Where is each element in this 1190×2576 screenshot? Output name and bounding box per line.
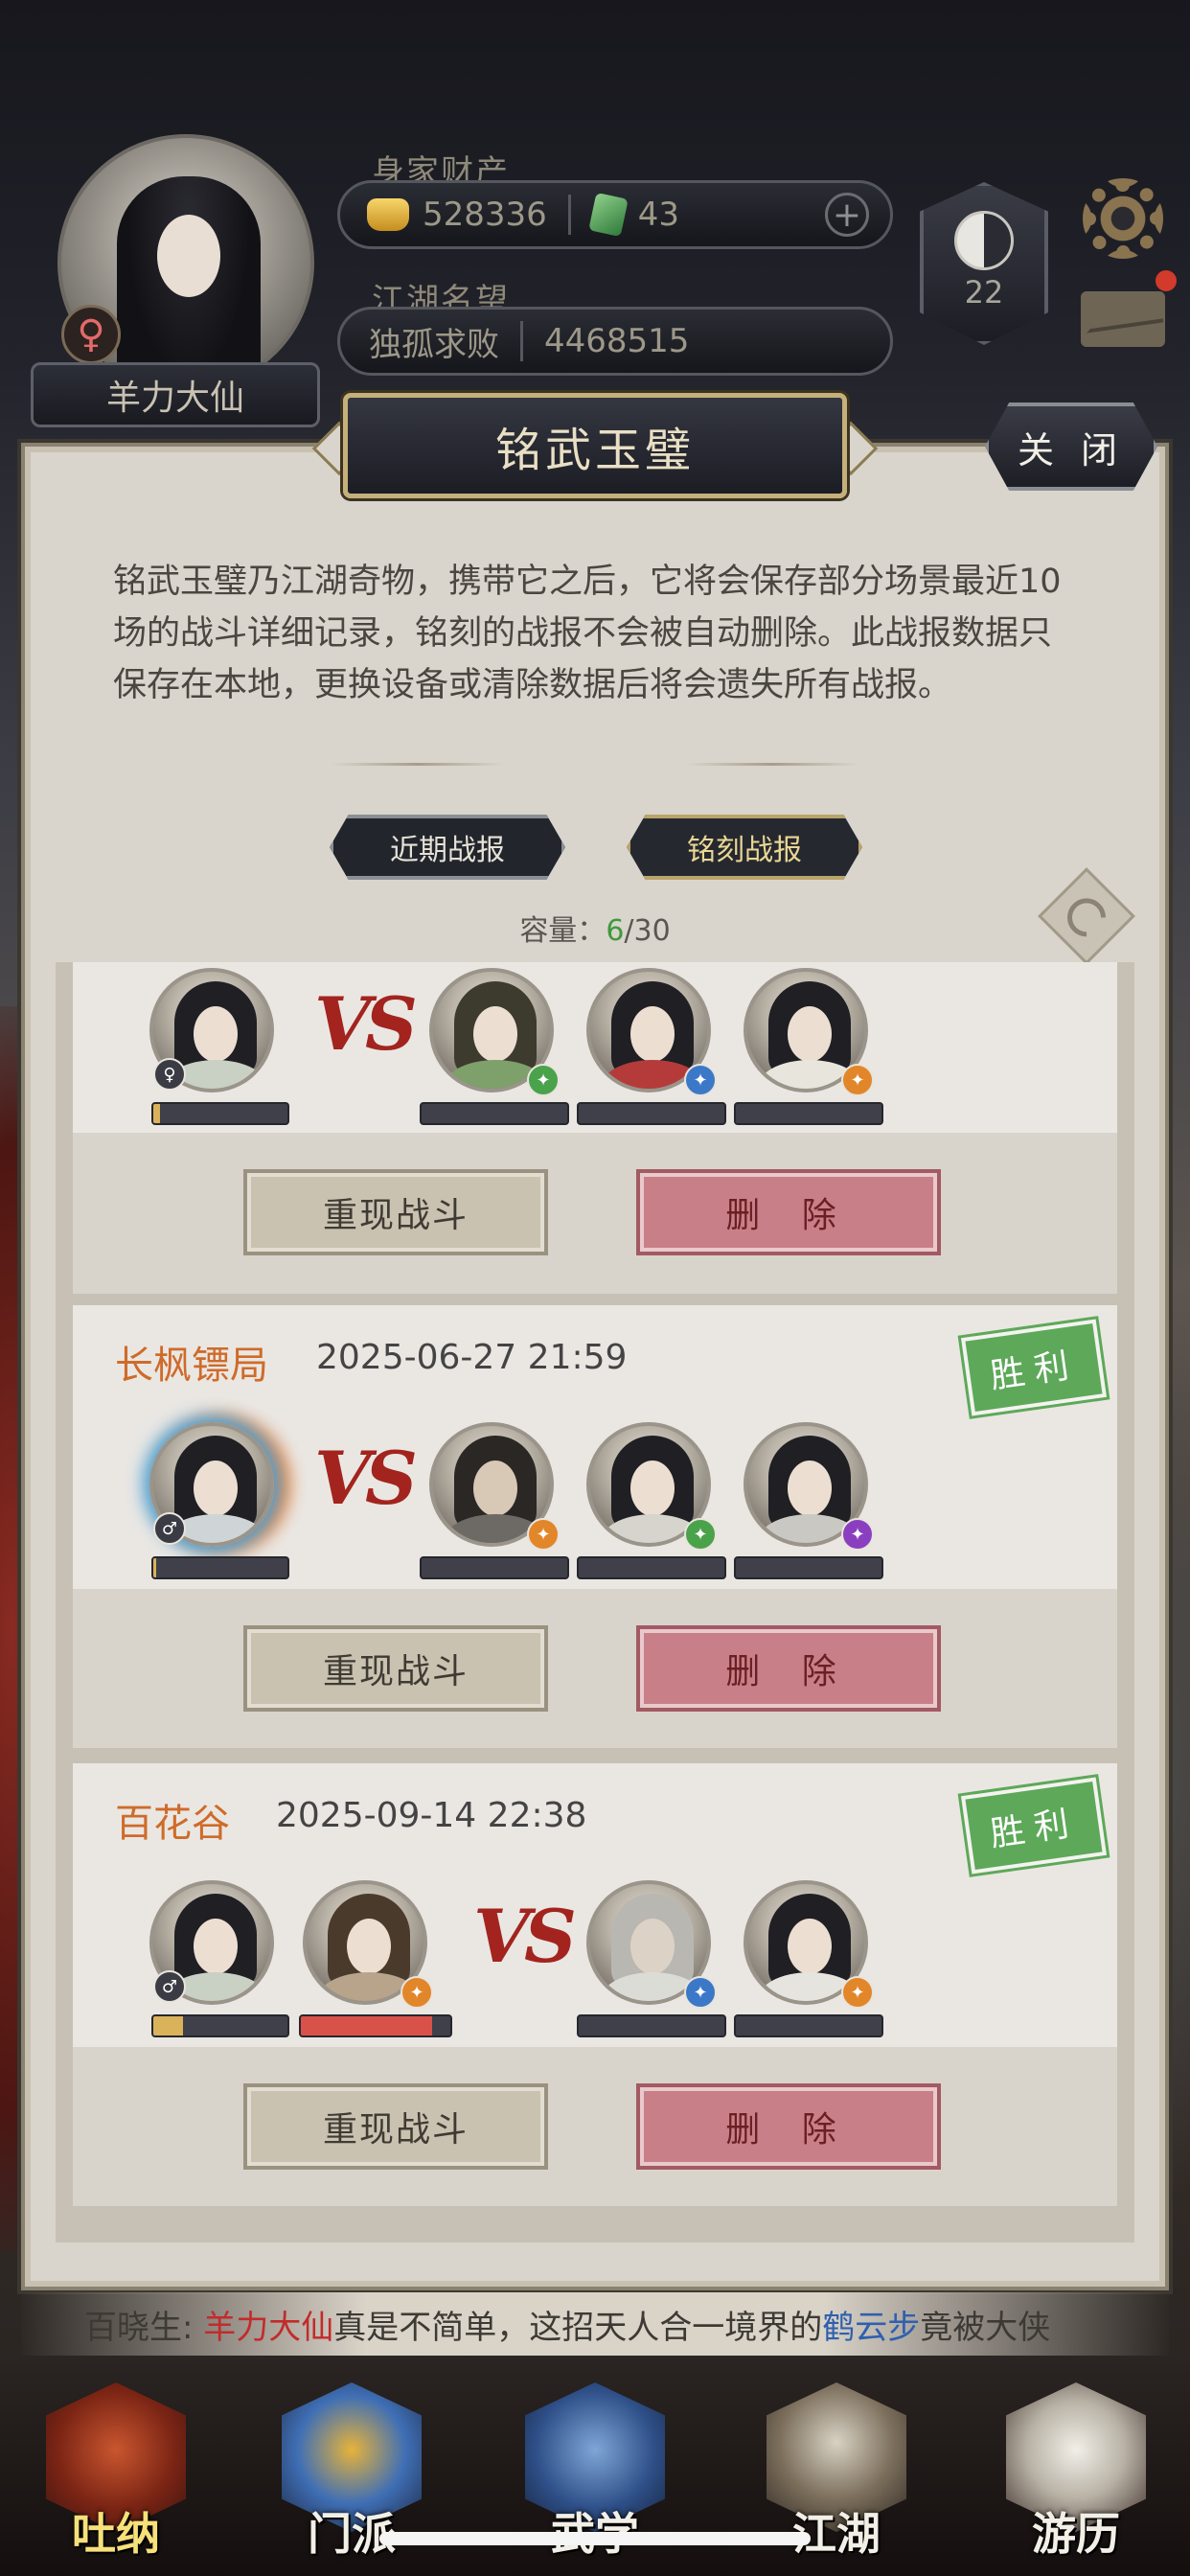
ally-hp-bar	[151, 1102, 289, 1125]
capacity-label: 容量：	[519, 914, 606, 948]
fame-divider	[520, 321, 523, 361]
divider-ornament-right	[686, 763, 858, 766]
enemy-hp-bar	[420, 1102, 569, 1125]
capacity-readout: 容量：6/30	[422, 907, 768, 949]
enemy-hp-bar	[734, 2014, 883, 2037]
panel-description: 铭武玉璧乃江湖奇物，携带它之后，它将会保存部分场景最近10场的战斗详细记录，铭刻…	[113, 563, 1062, 704]
nav-meditation[interactable]: 吐纳	[34, 2377, 197, 2568]
ticker-speaker: 百晓生:	[84, 2308, 194, 2347]
nav-label: 武学	[514, 2499, 676, 2563]
home-indicator[interactable]	[379, 2532, 811, 2545]
ticker-skill: 鹤云步	[822, 2308, 921, 2347]
taiji-icon	[954, 211, 1014, 270]
gold-amount: 528336	[423, 196, 547, 234]
enemy-hp-bar	[577, 1556, 726, 1579]
nav-label: 门派	[308, 2508, 396, 2560]
battle-record-list[interactable]: ♀ VS ✦ ✦ ✦ 重现战斗 删 除 长枫镖局 2025-06-27 21:5…	[56, 962, 1134, 2242]
fire-element-icon: ✦	[841, 1976, 874, 2009]
delete-record-button[interactable]: 删 除	[636, 1169, 941, 1255]
enemy-hp-bar	[577, 2014, 726, 2037]
mail-icon[interactable]	[1081, 291, 1165, 347]
divider-ornament-left	[332, 763, 504, 766]
nav-label: 吐纳	[72, 2508, 160, 2560]
fire-element-icon: ✦	[400, 1976, 433, 2009]
battle-record-card: ♀ VS ✦ ✦ ✦ 重现战斗 删 除	[73, 962, 1117, 1294]
battle-record-card: 百花谷 2025-09-14 22:38 胜利 ♂ ✦ VS ✦ ✦ 重现战斗 …	[73, 1763, 1117, 2206]
add-currency-button[interactable]: +	[825, 193, 869, 237]
gear-icon[interactable]	[1083, 178, 1163, 259]
replay-battle-button[interactable]: 重现战斗	[243, 2083, 548, 2170]
nav-label: 江湖	[792, 2508, 881, 2560]
capacity-used: 6	[606, 914, 625, 948]
ally-hp-bar	[151, 1556, 289, 1579]
close-button[interactable]: 关 闭	[985, 402, 1157, 491]
vs-icon: VS	[314, 981, 418, 1067]
delete-record-button[interactable]: 删 除	[636, 1625, 941, 1712]
ally-hp-bar	[299, 2014, 452, 2037]
water-element-icon: ✦	[684, 1064, 717, 1096]
water-element-icon: ✦	[684, 1976, 717, 2009]
fire-element-icon: ✦	[527, 1518, 560, 1551]
panel-title: 铭武玉璧	[343, 393, 847, 498]
enemy-hp-bar	[420, 1556, 569, 1579]
record-time: 2025-06-27 21:59	[316, 1338, 628, 1377]
female-gender-icon: ♀	[61, 305, 121, 364]
jade-amount: 43	[637, 196, 680, 234]
replay-battle-button[interactable]: 重现战斗	[243, 1169, 548, 1255]
ally-hp-bar	[151, 2014, 289, 2037]
vs-icon: VS	[473, 1894, 577, 1979]
replay-battle-button[interactable]: 重现战斗	[243, 1625, 548, 1712]
ticker-text: 真是不简单，这招天人合一境界的	[333, 2308, 823, 2347]
wood-element-icon: ✦	[527, 1064, 560, 1096]
record-location: 长枫镖局	[115, 1344, 268, 1388]
delete-record-button[interactable]: 删 除	[636, 2083, 941, 2170]
ticker-text-end: 竟被大侠	[920, 2308, 1051, 2347]
wealth-bar: 528336 43 +	[337, 180, 893, 249]
capacity-total: /30	[624, 914, 671, 948]
enemy-hp-bar	[734, 1102, 883, 1125]
gold-ingot-icon	[367, 198, 409, 231]
male-gender-icon: ♂	[153, 1512, 186, 1545]
notification-dot	[1156, 270, 1177, 291]
ticker-player: 羊力大仙	[203, 2308, 334, 2347]
battle-record-card: 长枫镖局 2025-06-27 21:59 胜利 ♂ VS ✦ ✦ ✦ 重现战斗…	[73, 1305, 1117, 1748]
wealth-divider	[567, 195, 571, 235]
wood-element-icon: ✦	[684, 1518, 717, 1551]
fame-title: 独孤求败	[369, 325, 499, 364]
tab-recent-reports[interactable]: 近期战报	[330, 815, 565, 880]
vs-icon: VS	[314, 1436, 418, 1521]
fame-bar: 独孤求败 4468515	[337, 307, 893, 376]
male-gender-icon: ♂	[153, 1970, 186, 2003]
jade-icon	[588, 192, 629, 238]
thunder-element-icon: ✦	[841, 1518, 874, 1551]
nav-travel[interactable]: 游历	[995, 2377, 1157, 2568]
fame-value: 4468515	[544, 322, 690, 360]
player-name: 羊力大仙	[31, 362, 320, 427]
female-gender-icon: ♀	[153, 1058, 186, 1091]
enemy-hp-bar	[734, 1556, 883, 1579]
enemy-hp-bar	[577, 1102, 726, 1125]
record-location: 百花谷	[115, 1802, 230, 1846]
nav-label: 游历	[1032, 2508, 1120, 2560]
tab-engraved-reports[interactable]: 铭刻战报	[627, 815, 862, 880]
rank-level: 22	[964, 274, 1004, 310]
fire-element-icon: ✦	[841, 1064, 874, 1096]
record-time: 2025-09-14 22:38	[276, 1796, 587, 1835]
avatar-face	[157, 215, 220, 297]
world-chat-ticker[interactable]: 百晓生: 羊力大仙 真是不简单，这招天人合一境界的 鹤云步 竟被大侠	[21, 2292, 1169, 2356]
